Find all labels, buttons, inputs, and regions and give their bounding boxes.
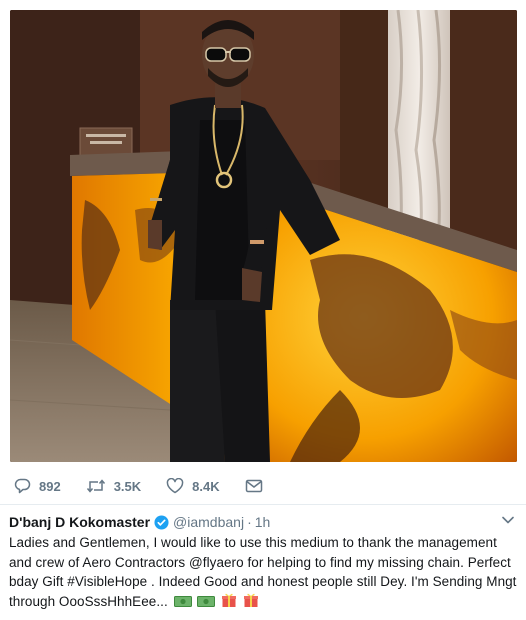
tweet-text: Ladies and Gentlemen, I would like to us… [9,535,517,609]
retweet-count: 3.5K [113,478,142,494]
chevron-down-icon[interactable] [500,512,516,528]
tweet-time[interactable]: 1h [255,514,271,530]
separator-dot: · [247,514,252,530]
tweet-photo[interactable] [10,10,517,462]
dm-button[interactable] [245,478,271,494]
top-strip [0,0,526,6]
author-handle[interactable]: @iamdbanj [173,514,244,530]
tweet-actions: 892 3.5K 8.4K [0,474,526,498]
tweet-text-container: Ladies and Gentlemen, I would like to us… [9,533,519,613]
retweet-button[interactable]: 3.5K [86,478,141,494]
dm-icon [245,478,271,494]
reply-button[interactable]: 892 [14,478,61,494]
money-emoji [173,594,192,614]
reply-count: 892 [39,478,61,494]
reply-icon [14,478,39,494]
verified-icon [154,514,169,530]
money-emoji [197,594,216,614]
retweet-icon [86,478,114,494]
gift-emoji [221,592,237,614]
like-button[interactable]: 8.4K [166,478,220,494]
gift-emoji [243,592,259,614]
author-display-name[interactable]: D'banj D Kokomaster [9,514,150,530]
like-icon [166,478,192,494]
divider [0,504,526,505]
tweet-header: D'banj D Kokomaster @iamdbanj · 1h [9,512,516,532]
like-count: 8.4K [192,478,220,494]
